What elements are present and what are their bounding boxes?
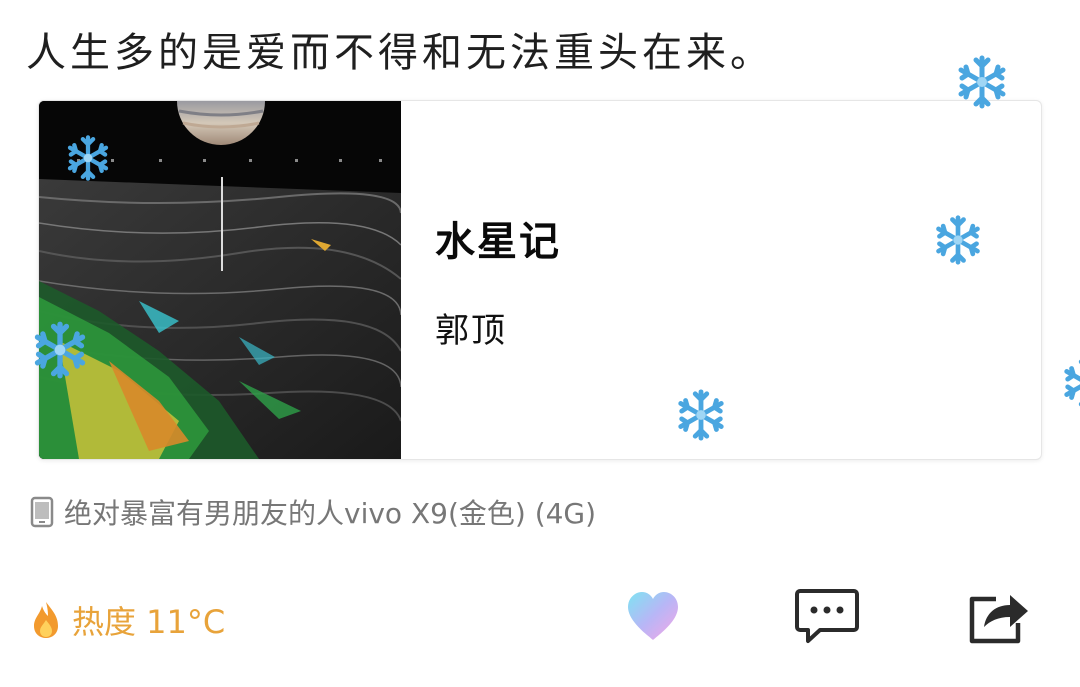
device-label: 绝对暴富有男朋友的人vivo X9(金色) (4G) <box>64 497 597 530</box>
heart-icon <box>624 590 682 646</box>
heat-label: 热度 11°C <box>72 603 226 641</box>
flame-icon <box>30 600 62 640</box>
song-artist: 郭顶 <box>435 311 507 351</box>
heat-indicator: 热度 11°C <box>30 596 225 644</box>
snowflake-icon <box>30 320 90 380</box>
song-title: 水星记 <box>435 218 561 265</box>
snowflake-icon <box>1060 356 1080 410</box>
share-icon <box>966 587 1032 649</box>
snowflake-icon <box>932 214 984 266</box>
snowflake-icon <box>954 54 1010 110</box>
comment-button[interactable] <box>792 586 862 650</box>
device-info: 绝对暴富有男朋友的人vivo X9(金色) (4G) <box>30 492 596 532</box>
share-button[interactable] <box>964 586 1034 650</box>
post-page: 人生多的是爱而不得和无法重头在来。 水星记 郭顶 绝对暴富有男朋友的人vivo … <box>0 0 1080 687</box>
music-card[interactable]: 水星记 郭顶 <box>38 100 1042 460</box>
like-button[interactable] <box>618 586 688 650</box>
comment-icon <box>794 587 860 649</box>
snowflake-icon <box>674 388 728 442</box>
post-text: 人生多的是爱而不得和无法重头在来。 <box>26 30 774 76</box>
snowflake-icon <box>64 134 112 182</box>
phone-icon <box>30 496 54 528</box>
